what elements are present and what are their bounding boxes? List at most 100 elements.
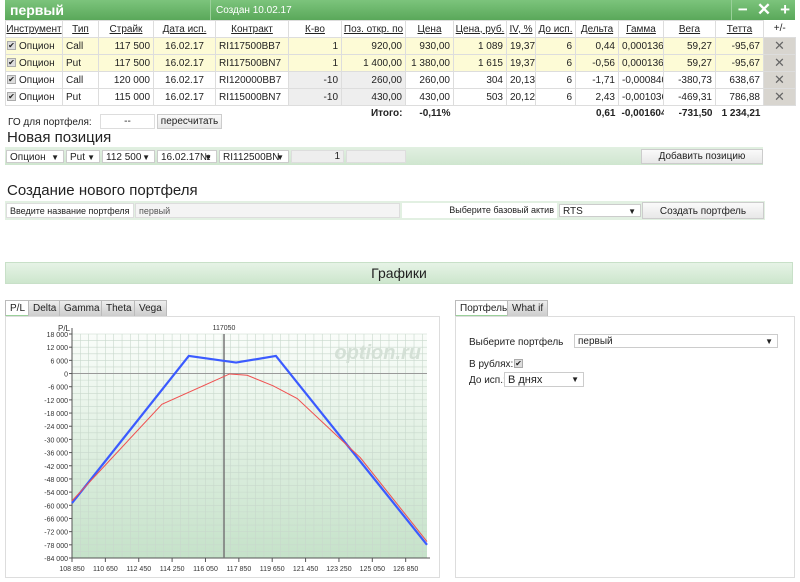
tab-vega[interactable]: Vega [134,300,167,317]
date-select[interactable]: 16.02.17№ [157,150,217,163]
column-header[interactable]: IV, % [506,20,536,38]
strike-value: 117 500 [114,57,150,69]
cell-qty: -10 [288,71,342,89]
tab-pl[interactable]: P/L [5,300,31,317]
instrument-value: Опцион [19,74,55,86]
column-header: +/- [763,20,796,38]
total-pct: -0,11% [405,105,454,122]
row-checkbox[interactable]: ✔ [7,58,16,68]
row-checkbox[interactable]: ✔ [7,41,16,51]
cell-delta: -0,56 [575,54,619,72]
table-row: ✔ Опцион Call 120 000 16.02.17 RI120000BB7 -10… [5,71,796,89]
delta-value: 0,44 [595,40,615,52]
x-tick-label: 119 650 [260,566,285,573]
type-value: Put [66,91,82,103]
y-axis-label: P/L [58,324,71,333]
tab-portfolio[interactable]: Портфель [455,300,513,317]
total-theta: 1 234,21 [715,105,764,122]
remove-row-icon[interactable]: ✕ [763,54,796,72]
expiry-select[interactable]: В днях [504,372,584,387]
cell-days: 6 [535,71,576,89]
y-tick-label: -48 000 [44,477,68,484]
cell-iv: 19,37 [506,37,536,55]
y-tick-label: -54 000 [44,490,68,497]
y-tick-label: -6 000 [48,385,68,392]
type-select[interactable]: Put [66,150,100,163]
portfolio-select[interactable]: первый [574,334,778,348]
tab-gamma[interactable]: Gamma [59,300,105,317]
column-header[interactable]: Инструмент [5,20,63,38]
create-portfolio-row: Введите название портфеля первый Выберит… [5,201,765,220]
x-tick-label: 112 450 [126,566,151,573]
column-header[interactable]: Тип [62,20,99,38]
remove-row-icon[interactable]: ✕ [763,37,796,55]
column-header[interactable]: Вега [663,20,716,38]
charts-section-header: Графики [5,262,793,284]
qty-value: 1 [332,40,338,52]
price-value: 430,00 [419,91,450,103]
go-value: -- [100,114,155,129]
portfolio-name-input[interactable]: первый [135,203,400,218]
created-date: Создан 10.02.17 [210,0,297,20]
y-tick-label: 6 000 [50,358,68,365]
cell-iv: 20,12 [506,88,536,106]
minimize-icon[interactable]: − [738,0,748,20]
portfolio-name-label: Введите название портфеля [6,203,134,218]
date-value: 16.02.17 [165,91,204,103]
date-value: 16.02.17 [165,57,204,69]
remove-row-icon[interactable]: ✕ [763,71,796,89]
close-icon[interactable]: ✕ [757,0,771,20]
tab-what-if[interactable]: What if [507,300,549,317]
row-checkbox[interactable]: ✔ [7,92,16,102]
contract-select[interactable]: RI112500BN [219,150,289,163]
remove-row-icon[interactable]: ✕ [763,88,796,106]
column-header[interactable]: Поз. откр. по [341,20,406,38]
empty-cell [453,105,507,122]
price_rub-value: 1 615 [477,57,503,69]
column-header[interactable]: Дата исп. [153,20,216,38]
base-asset-select[interactable]: RTS [559,204,641,217]
row-checkbox[interactable]: ✔ [7,75,16,85]
instrument-select[interactable]: Опцион [6,150,64,163]
strike-select[interactable]: 112 500 [102,150,155,163]
qty-input[interactable]: 1 [291,150,344,163]
column-header[interactable]: Контракт [215,20,289,38]
y-tick-label: -42 000 [44,464,68,471]
empty-cell [763,105,796,122]
add-icon[interactable]: + [780,0,790,20]
tab-theta[interactable]: Theta [101,300,137,317]
y-tick-label: -36 000 [44,451,68,458]
column-header[interactable]: Дельта [575,20,619,38]
cell-delta: -1,71 [575,71,619,89]
portfolio-title: первый [10,2,64,18]
column-header[interactable]: Страйк [98,20,154,38]
add-position-button[interactable]: Добавить позицию [641,149,763,164]
y-tick-label: -24 000 [44,424,68,431]
column-header[interactable]: Тетта [715,20,764,38]
pl-chart: option.ru 18 000 12 000 6 000 0 -6 000 -12 000… [44,324,430,573]
column-header[interactable]: К-во [288,20,342,38]
column-header[interactable]: Гамма [618,20,664,38]
date-value: 16.02.17 [165,40,204,52]
column-header[interactable]: Цена [405,20,454,38]
recalculate-button[interactable]: пересчитать [157,114,222,129]
y-tick-label: -18 000 [44,411,68,418]
column-header[interactable]: Цена, руб. [453,20,507,38]
tab-delta[interactable]: Delta [28,300,62,317]
x-tick-label: 126 850 [393,566,418,573]
cell-strike: 120 000 [98,71,154,89]
cell-price_rub: 1 615 [453,54,507,72]
cell-theta: -95,67 [715,37,764,55]
cell-price: 1 380,00 [405,54,454,72]
price-input[interactable] [346,150,406,163]
cell-delta: 2,43 [575,88,619,106]
base-asset-label: Выберите базовый актив [402,203,557,218]
strike-value: 115 000 [114,91,150,103]
cell-contract: RI117500BB7 [215,37,289,55]
create-portfolio-button[interactable]: Создать портфель [642,202,764,219]
strike-value: 117 500 [114,40,150,52]
rubles-checkbox[interactable]: ✔ [514,359,523,368]
cell-vega: -380,73 [663,71,716,89]
column-header[interactable]: До исп. [535,20,576,38]
cell-strike: 115 000 [98,88,154,106]
